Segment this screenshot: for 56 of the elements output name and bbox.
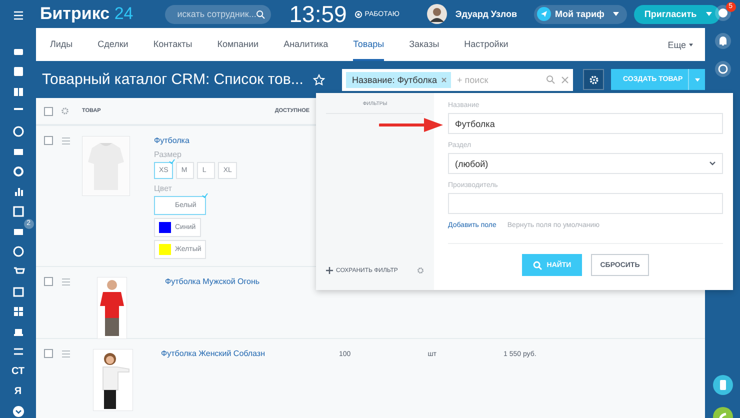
drag-handle-icon[interactable]: [61, 136, 71, 146]
nav-tab[interactable]: Аналитика: [284, 28, 328, 61]
radio-icon: [354, 10, 362, 18]
nav-tab[interactable]: Компании: [217, 28, 259, 61]
gear-icon[interactable]: [417, 267, 424, 274]
product-name-link[interactable]: Футболка: [154, 136, 304, 145]
input-field[interactable]: Футболка: [448, 113, 723, 134]
phone-tablet-icon[interactable]: [712, 375, 732, 395]
chevron-circle-icon[interactable]: [12, 405, 24, 418]
nav-tab[interactable]: Лиды: [50, 28, 73, 61]
close-icon[interactable]: [441, 76, 448, 82]
menu-icon[interactable]: [12, 10, 24, 21]
nav-tab[interactable]: Настройки: [464, 28, 508, 61]
nav-tab[interactable]: Заказы: [409, 28, 440, 61]
nav-tab[interactable]: Контакты: [153, 28, 192, 61]
section-select[interactable]: (любой): [448, 153, 723, 174]
filter-search-field[interactable]: Название: Футболка + поиск: [342, 68, 573, 90]
caret-icon: [613, 12, 620, 16]
avatar[interactable]: [427, 4, 448, 24]
checkbox-icon[interactable]: [12, 205, 24, 218]
row-checkbox[interactable]: [44, 349, 53, 358]
settings-button[interactable]: [583, 69, 604, 90]
window-icon[interactable]: [12, 285, 24, 298]
search-icon: [532, 260, 542, 270]
caret-icon: [689, 42, 693, 46]
logo[interactable]: Битрикс 24: [40, 4, 134, 24]
product-name-link[interactable]: Футболка Женский Соблазн: [161, 349, 311, 358]
plus-icon: [326, 267, 333, 274]
menu-item[interactable]: Я: [14, 385, 22, 398]
product-name-link[interactable]: Футболка Мужской Огонь: [165, 277, 315, 286]
chevron-down-icon: [709, 160, 716, 167]
more-menu[interactable]: Еще: [668, 28, 693, 61]
drag-handle-icon[interactable]: [61, 277, 71, 287]
option-label: Цвет: [154, 184, 173, 193]
page-title: Товарный каталог CRM: Список тов...: [42, 71, 304, 88]
nav-tab[interactable]: Сделки: [98, 28, 128, 61]
grid-icon[interactable]: [12, 305, 24, 318]
filter-chip[interactable]: Название: Футболка: [346, 72, 452, 88]
option-label: Размер: [154, 150, 182, 159]
caret-icon: [706, 12, 712, 16]
menu-item[interactable]: СТ: [11, 365, 25, 378]
drag-handle-icon[interactable]: [61, 349, 71, 359]
clock-time: 13:59: [289, 0, 347, 28]
nav-tab[interactable]: Товары: [353, 28, 384, 61]
arrow-annotation: [379, 118, 444, 132]
gear-icon: [588, 74, 598, 84]
row-checkbox[interactable]: [44, 136, 53, 145]
select-all-checkbox[interactable]: [44, 106, 53, 116]
user-name[interactable]: Эдуард Узлов: [455, 9, 518, 19]
star-icon[interactable]: [313, 74, 326, 86]
rocket-icon: [537, 7, 552, 21]
row-checkbox[interactable]: [44, 277, 53, 286]
search-icon: [256, 10, 266, 18]
tariff-button[interactable]: Мой тариф: [534, 4, 628, 24]
input-field[interactable]: [448, 193, 723, 214]
bell-icon[interactable]: [714, 33, 730, 49]
